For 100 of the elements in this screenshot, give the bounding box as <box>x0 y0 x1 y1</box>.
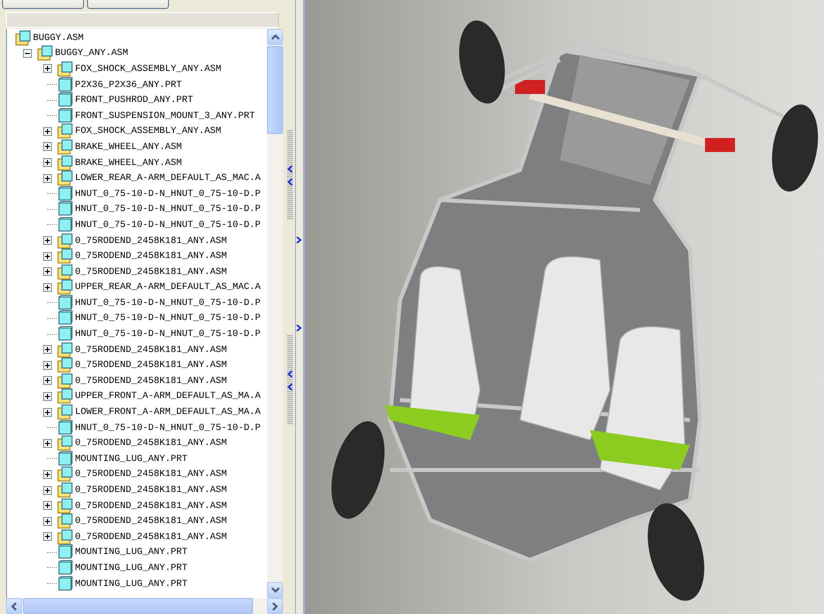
assembly-icon <box>57 466 73 482</box>
part-icon <box>57 186 73 202</box>
tree-item[interactable]: 0_75RODEND_2458K181_ANY.ASM <box>75 436 227 450</box>
part-icon <box>57 216 73 233</box>
chevron-right-icon[interactable] <box>296 324 302 332</box>
scroll-right-button[interactable] <box>267 598 284 614</box>
scroll-left-button[interactable] <box>6 598 22 614</box>
tree-item[interactable]: 0_75RODEND_2458K181_ANY.ASM <box>75 467 227 482</box>
tree-item[interactable]: UPPER_FRONT_A-ARM_DEFAULT_AS_MA.A <box>75 389 261 404</box>
assembly-icon <box>57 60 73 77</box>
tree-item[interactable]: FRONT_SUSPENSION_MOUNT_3_ANY.PRT <box>75 108 256 123</box>
expand-icon[interactable] <box>43 252 52 261</box>
tree-item[interactable]: MOUNTING_LUG_ANY.PRT <box>75 560 188 575</box>
expand-icon[interactable] <box>43 408 52 417</box>
expand-icon[interactable] <box>43 376 52 386</box>
caret-left-icon <box>11 602 17 610</box>
assembly-icon <box>57 138 73 155</box>
tree-item[interactable]: 0_75RODEND_2458K181_ANY.ASM <box>75 264 227 279</box>
assembly-icon <box>57 513 73 530</box>
assembly-icon <box>57 435 73 452</box>
tree-item[interactable]: FOX_SHOCK_ASSEMBLY_ANY.ASM <box>75 62 222 76</box>
tree-item[interactable]: HNUT_0_75-10-D-N_HNUT_0_75-10-D.P <box>75 296 261 310</box>
expand-icon[interactable] <box>43 392 52 401</box>
expand-icon[interactable] <box>43 174 52 183</box>
tree-item[interactable]: MOUNTING_LUG_ANY.PRT <box>75 576 188 591</box>
expand-icon[interactable] <box>43 64 52 74</box>
assembly-icon <box>57 123 73 140</box>
tree-item[interactable]: 0_75RODEND_2458K181_ANY.ASM <box>75 358 227 372</box>
tree-item[interactable]: HNUT_0_75-10-D-N_HNUT_0_75-10-D.P <box>75 420 261 435</box>
assembly-icon <box>57 528 73 545</box>
expand-icon[interactable] <box>43 345 52 354</box>
part-icon <box>57 450 73 467</box>
tree-item[interactable]: 0_75RODEND_2458K181_ANY.ASM <box>75 249 227 264</box>
expand-icon[interactable] <box>43 142 52 152</box>
tree-item[interactable]: LOWER_REAR_A-ARM_DEFAULT_AS_MAC.A <box>75 171 261 186</box>
chevron-right-icon[interactable] <box>296 236 302 244</box>
assembly-icon <box>57 372 73 389</box>
expand-icon[interactable] <box>43 532 52 542</box>
assembly-icon <box>57 357 73 374</box>
tree-item[interactable]: 0_75RODEND_2458K181_ANY.ASM <box>75 530 227 544</box>
tree-item[interactable]: HNUT_0_75-10-D-N_HNUT_0_75-10-D.P <box>75 202 261 216</box>
part-icon <box>57 294 73 311</box>
expand-icon[interactable] <box>43 267 52 276</box>
assembly-icon <box>57 264 73 280</box>
tree-item[interactable]: BRAKE_WHEEL_ANY.ASM <box>75 156 182 170</box>
expand-icon[interactable] <box>43 158 52 168</box>
expand-icon[interactable] <box>43 126 52 136</box>
tree-item[interactable]: LOWER_FRONT_A-ARM_DEFAULT_AS_MA.A <box>75 405 261 420</box>
part-icon <box>57 92 73 108</box>
assembly-icon <box>57 342 73 358</box>
tree-item[interactable]: HNUT_0_75-10-D-N_HNUT_0_75-10-D.P <box>75 186 261 201</box>
tree-item[interactable]: 0_75RODEND_2458K181_ANY.ASM <box>75 514 227 528</box>
part-icon <box>57 544 73 560</box>
caret-up-icon <box>270 34 280 40</box>
assembly-icon <box>57 388 73 404</box>
assembly-icon <box>57 498 73 514</box>
expand-icon[interactable] <box>43 360 52 370</box>
part-icon <box>57 76 73 93</box>
tree-item[interactable]: 0_75RODEND_2458K181_ANY.ASM <box>75 234 227 248</box>
tree-item[interactable]: MOUNTING_LUG_ANY.PRT <box>75 545 188 560</box>
tree-item[interactable]: HNUT_0_75-10-D-N_HNUT_0_75-10-D.P <box>75 311 261 326</box>
expand-icon[interactable] <box>43 236 52 246</box>
expand-icon[interactable] <box>43 438 52 448</box>
assembly-icon <box>37 45 53 62</box>
tree-item[interactable]: 0_75RODEND_2458K181_ANY.ASM <box>75 498 227 513</box>
assembly-icon <box>57 482 73 498</box>
scroll-thumb[interactable] <box>23 598 253 614</box>
part-icon <box>57 108 73 124</box>
splitter-handle[interactable] <box>285 0 305 614</box>
tree-item[interactable]: P2X36_P2X36_ANY.PRT <box>75 78 182 92</box>
tree-item[interactable]: BUGGY_ANY.ASM <box>55 46 128 60</box>
tree-item[interactable]: 0_75RODEND_2458K181_ANY.ASM <box>75 483 227 498</box>
assembly-icon <box>57 248 73 264</box>
tree-item[interactable]: FOX_SHOCK_ASSEMBLY_ANY.ASM <box>75 124 222 138</box>
tree-item[interactable]: 0_75RODEND_2458K181_ANY.ASM <box>75 374 227 388</box>
expand-icon[interactable] <box>43 501 52 510</box>
tree-item[interactable]: HNUT_0_75-10-D-N_HNUT_0_75-10-D.P <box>75 218 261 232</box>
expand-icon[interactable] <box>43 282 52 292</box>
assembly-icon <box>57 404 73 420</box>
tree-item[interactable]: MOUNTING_LUG_ANY.PRT <box>75 452 188 466</box>
part-icon <box>57 326 73 342</box>
tree-item[interactable]: HNUT_0_75-10-D-N_HNUT_0_75-10-D.P <box>75 327 261 342</box>
expand-icon[interactable] <box>43 470 52 479</box>
expand-icon[interactable] <box>43 516 52 526</box>
tree-item[interactable]: BRAKE_WHEEL_ANY.ASM <box>75 140 182 154</box>
expand-icon[interactable] <box>43 486 52 495</box>
tree-item[interactable]: UPPER_REAR_A-ARM_DEFAULT_AS_MAC.A <box>75 280 261 294</box>
horizontal-scrollbar[interactable] <box>6 598 284 614</box>
tree-item[interactable]: 0_75RODEND_2458K181_ANY.ASM <box>75 342 227 357</box>
collapse-icon[interactable] <box>23 48 32 58</box>
scroll-thumb[interactable] <box>267 46 284 134</box>
part-icon <box>57 560 73 576</box>
scroll-up-button[interactable] <box>267 29 284 45</box>
assembly-icon <box>57 170 73 186</box>
caret-down-icon <box>270 587 280 593</box>
tree-item[interactable]: BUGGY.ASM <box>33 30 84 45</box>
vertical-scrollbar[interactable] <box>267 29 284 598</box>
part-icon <box>57 420 73 436</box>
tree-item[interactable]: FRONT_PUSHROD_ANY.PRT <box>75 93 194 108</box>
scroll-down-button[interactable] <box>267 582 284 598</box>
